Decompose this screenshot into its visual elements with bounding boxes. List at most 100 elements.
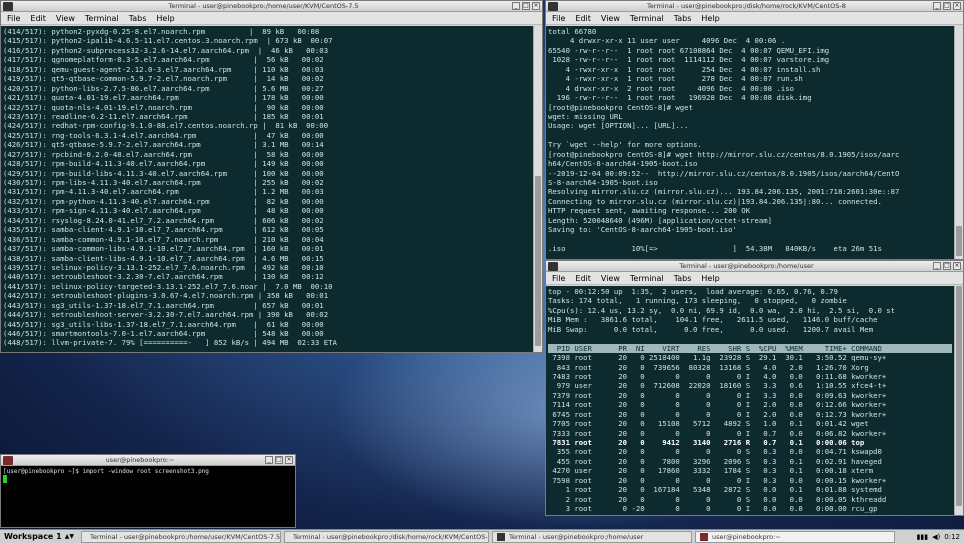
menu-edit[interactable]: Edit: [569, 274, 595, 283]
workspace-arrows-icon: ▲▼: [64, 533, 74, 540]
scrollbar[interactable]: [954, 286, 963, 515]
terminal-line: Connecting to mirror.slu.cz (mirror.slu.…: [548, 196, 882, 206]
scrollbar-thumb[interactable]: [956, 226, 962, 256]
process-row[interactable]: 455 root 20 0 7800 3296 2096 S 0.3 0.1 0…: [548, 457, 952, 466]
process-row[interactable]: 7831 root 20 0 9412 3140 2716 R 0.7 0.1 …: [548, 438, 952, 447]
terminal-line: (418/517): qemu-guest-agent-2.12.0-3.el7…: [3, 64, 324, 74]
menu-file[interactable]: File: [546, 14, 569, 23]
terminal-line: (435/517): samba-client-4.9.1-10.el7_7.a…: [3, 225, 324, 235]
menu-file[interactable]: File: [1, 14, 24, 23]
terminal-line: (421/517): quota-4.01-19.el7.aarch64.rpm…: [3, 93, 324, 103]
process-row[interactable]: 7705 root 20 0 15108 5712 4892 S 1.0 0.1…: [548, 419, 952, 428]
xterm-output[interactable]: [user@pinebookpro ~]$ import -window roo…: [1, 466, 295, 485]
close-button[interactable]: ×: [953, 262, 961, 270]
system-tray: ▮▮▮ ◀) 0:12: [913, 533, 964, 541]
close-button[interactable]: ×: [953, 2, 961, 10]
process-row[interactable]: 7379 root 20 0 0 0 0 I 3.3 0.0 0:09.63 k…: [548, 391, 952, 400]
scrollbar-thumb[interactable]: [956, 286, 962, 506]
menu-view[interactable]: View: [595, 274, 624, 283]
process-row[interactable]: 7398 root 20 0 2510400 1.1g 23928 S 29.1…: [548, 353, 952, 362]
volume-icon[interactable]: ◀): [932, 533, 940, 541]
terminal-line: Length: 520048640 (496M) [application/oc…: [548, 215, 773, 225]
maximize-button[interactable]: □: [943, 262, 951, 270]
task-label: Terminal - user@pinebookpro:/disk/home/r…: [292, 532, 489, 541]
menu-help[interactable]: Help: [150, 14, 178, 23]
process-row[interactable]: 3 root 0 -20 0 0 0 I 0.0 0.0 0:00.00 rcu…: [548, 504, 952, 513]
terminal-window-centos7[interactable]: Terminal - user@pinebookpro:/home/user/K…: [0, 0, 543, 353]
terminal-app-icon: [548, 1, 558, 11]
process-row[interactable]: 1 root 20 0 167184 5348 2872 S 0.0 0.1 0…: [548, 485, 952, 494]
maximize-button[interactable]: □: [275, 456, 283, 464]
terminal-output[interactable]: total 66780 4 drwxr-xr-x 11 user user 40…: [546, 26, 954, 259]
process-row[interactable]: 7598 root 20 0 0 0 0 I 0.3 0.0 0:00.15 k…: [548, 476, 952, 485]
menu-terminal[interactable]: Terminal: [79, 14, 123, 23]
window-titlebar[interactable]: Terminal - user@pinebookpro:/home/user/K…: [1, 1, 542, 12]
menu-terminal[interactable]: Terminal: [624, 274, 668, 283]
terminal-line: wget: missing URL: [548, 111, 623, 121]
process-row[interactable]: 7483 root 20 0 0 0 0 I 4.0 0.0 0:11.68 k…: [548, 372, 952, 381]
workspace-switcher[interactable]: Workspace 1 ▲▼: [0, 532, 78, 541]
maximize-button[interactable]: □: [522, 2, 530, 10]
task-button-centos8[interactable]: Terminal - user@pinebookpro:/disk/home/r…: [283, 530, 489, 543]
clock[interactable]: 0:12: [944, 533, 960, 541]
minimize-button[interactable]: _: [933, 2, 941, 10]
scrollbar-thumb[interactable]: [535, 176, 541, 346]
terminal-line: (438/517): samba-client-libs-4.9.1-10.el…: [3, 253, 324, 263]
minimize-button[interactable]: _: [933, 262, 941, 270]
process-row[interactable]: 979 user 20 0 712608 22020 18160 S 3.3 0…: [548, 381, 952, 390]
menu-file[interactable]: File: [546, 274, 569, 283]
menu-help[interactable]: Help: [695, 14, 723, 23]
menu-view[interactable]: View: [595, 14, 624, 23]
process-row[interactable]: 2 root 20 0 0 0 0 S 0.0 0.0 0:00.05 kthr…: [548, 495, 952, 504]
close-button[interactable]: ×: [285, 456, 293, 464]
process-row[interactable]: 7114 root 20 0 0 0 0 I 2.0 0.0 0:12.66 k…: [548, 400, 952, 409]
menu-tabs[interactable]: Tabs: [123, 14, 151, 23]
window-titlebar[interactable]: Terminal - user@pinebookpro:/home/user _…: [546, 261, 963, 272]
workspace-label: Workspace 1: [4, 532, 62, 541]
terminal-line: (442/517): setroubleshoot-plugins-3.0.67…: [3, 291, 329, 301]
terminal-window-centos8[interactable]: Terminal - user@pinebookpro:/disk/home/r…: [545, 0, 964, 260]
close-button[interactable]: ×: [532, 2, 540, 10]
minimize-button[interactable]: _: [512, 2, 520, 10]
task-button-xterm[interactable]: user@pinebookpro:~: [694, 530, 895, 543]
terminal-window-top[interactable]: Terminal - user@pinebookpro:/home/user _…: [545, 260, 964, 516]
menu-bar: File Edit View Terminal Tabs Help: [546, 12, 963, 25]
task-button-top[interactable]: Terminal - user@pinebookpro:/home/user: [491, 530, 692, 543]
xterm-app-icon: [3, 455, 13, 465]
process-row[interactable]: 4270 user 20 0 17860 3332 1784 S 0.3 0.1…: [548, 466, 952, 475]
terminal-line: (420/517): python-libs-2.7.5-86.el7.aarc…: [3, 83, 324, 93]
process-row[interactable]: 6745 root 20 0 0 0 0 I 2.0 0.0 0:12.73 k…: [548, 410, 952, 419]
terminal-line: (417/517): qgnomeplatform-0.3-5.el7.aarc…: [3, 55, 324, 65]
menu-view[interactable]: View: [50, 14, 79, 23]
menu-tabs[interactable]: Tabs: [668, 274, 696, 283]
xterm-window[interactable]: user@pinebookpro:~ _ □ × [user@pinebookp…: [0, 454, 296, 528]
menu-edit[interactable]: Edit: [569, 14, 595, 23]
task-button-centos7[interactable]: Terminal - user@pinebookpro:/home/user/K…: [80, 530, 281, 543]
terminal-line: (414/517): python2-pyxdg-0.25-8.el7.noar…: [3, 27, 320, 36]
menu-help[interactable]: Help: [695, 274, 723, 283]
terminal-line: (424/517): redhat-rpm-config-9.1.0-88.el…: [3, 121, 329, 131]
terminal-line: Usage: wget [OPTION]... [URL]...: [548, 121, 689, 131]
window-titlebar[interactable]: Terminal - user@pinebookpro:/disk/home/r…: [546, 1, 963, 12]
terminal-line: (419/517): qt5-qtbase-common-5.9.7-2.el7…: [3, 74, 324, 84]
minimize-button[interactable]: _: [265, 456, 273, 464]
process-row[interactable]: 7333 root 20 0 0 0 0 I 0.7 0.0 0:06.82 k…: [548, 429, 952, 438]
menu-tabs[interactable]: Tabs: [668, 14, 696, 23]
maximize-button[interactable]: □: [943, 2, 951, 10]
terminal-output[interactable]: (414/517): python2-pyxdg-0.25-8.el7.noar…: [1, 26, 533, 352]
terminal-line: .iso 10%[=> ] 54.38M 840KB/s eta 26m 51s: [548, 244, 882, 254]
window-title: Terminal - user@pinebookpro:/home/user: [679, 262, 814, 270]
battery-icon[interactable]: ▮▮▮: [917, 533, 929, 541]
terminal-line: 65540 -rw-r--r-- 1 root root 67108864 De…: [548, 45, 830, 55]
menu-edit[interactable]: Edit: [24, 14, 50, 23]
menu-terminal[interactable]: Terminal: [624, 14, 668, 23]
window-title: user@pinebookpro:~: [105, 456, 175, 464]
scrollbar[interactable]: [533, 26, 542, 352]
scrollbar[interactable]: [954, 26, 963, 259]
process-row[interactable]: 355 root 20 0 0 0 0 S 0.3 0.0 0:04.71 ks…: [548, 447, 952, 456]
terminal-line: (440/517): setroubleshoot-3.2.30-7.el7.a…: [3, 272, 324, 282]
terminal-app-icon: [496, 532, 505, 541]
process-row[interactable]: 843 root 20 0 739656 80328 13168 S 4.0 2…: [548, 363, 952, 372]
top-output[interactable]: top - 00:12:50 up 1:35, 2 users, load av…: [546, 286, 954, 515]
window-titlebar[interactable]: user@pinebookpro:~ _ □ ×: [1, 455, 295, 466]
